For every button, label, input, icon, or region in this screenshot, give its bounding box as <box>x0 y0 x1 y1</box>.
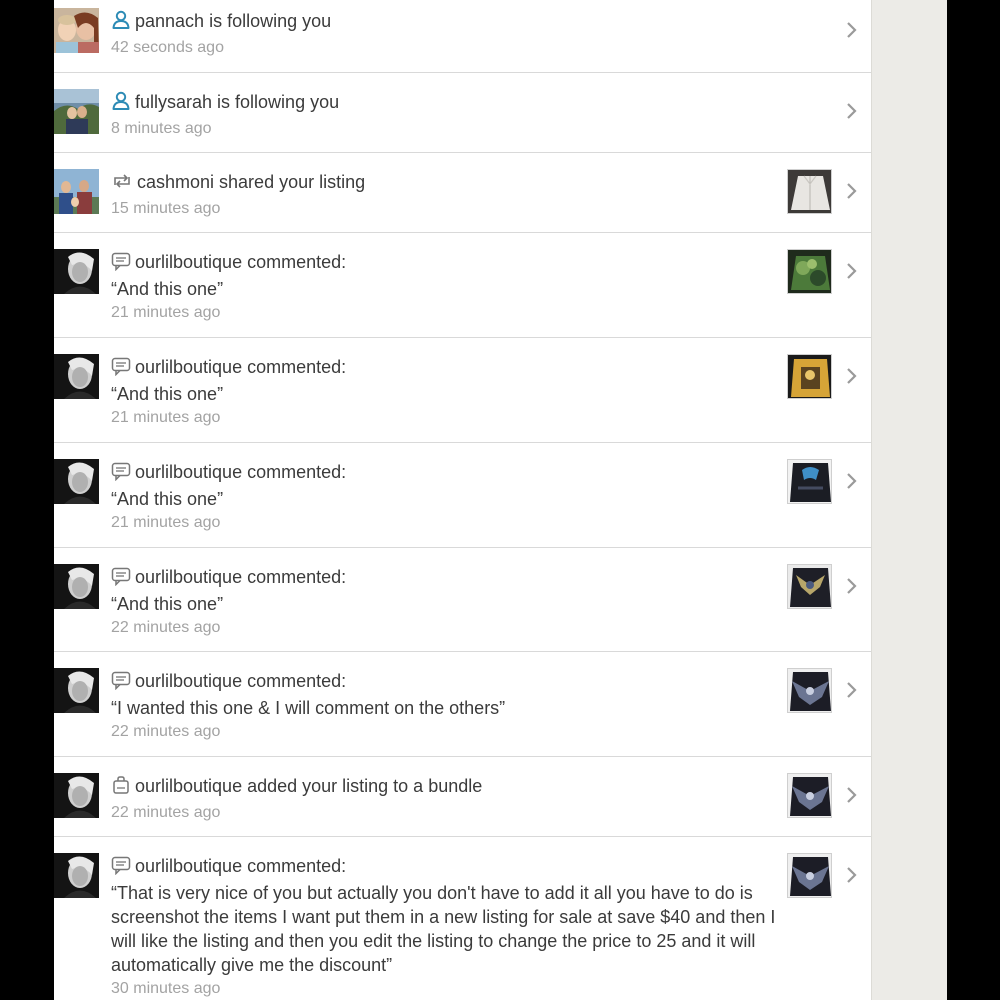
comment-bubble-icon <box>111 670 131 696</box>
avatar[interactable] <box>54 89 99 134</box>
listing-thumbnail[interactable] <box>787 564 832 609</box>
right-frame <box>947 0 1000 1000</box>
chevron-right-icon[interactable] <box>842 785 862 805</box>
notification-time: 22 minutes ago <box>111 723 221 740</box>
notification-message: ourlilboutique commented: <box>135 252 347 272</box>
avatar[interactable] <box>54 354 99 399</box>
notification-row[interactable]: fullysarah is following you 8 minutes ag… <box>54 73 871 153</box>
chevron-right-icon[interactable] <box>842 471 862 491</box>
notification-message: ourlilboutique commented: <box>135 567 347 587</box>
notification-row[interactable]: ourlilboutique commented: “And this one”… <box>54 443 871 548</box>
avatar[interactable] <box>54 459 99 504</box>
notification-message: pannach is following you <box>135 11 332 31</box>
notification-row[interactable]: ourlilboutique commented: “And this one”… <box>54 233 871 338</box>
comment-text: “I wanted this one & I will comment on t… <box>111 698 506 718</box>
notification-message: ourlilboutique commented: <box>135 671 347 691</box>
chevron-right-icon[interactable] <box>842 101 862 121</box>
notification-time: 8 minutes ago <box>111 120 212 137</box>
notification-message: ourlilboutique commented: <box>135 357 347 377</box>
listing-thumbnail[interactable] <box>787 249 832 294</box>
notification-time: 15 minutes ago <box>111 200 221 217</box>
notification-row[interactable]: ourlilboutique commented: “I wanted this… <box>54 652 871 757</box>
notification-time: 42 seconds ago <box>111 39 224 56</box>
notification-row[interactable]: ourlilboutique commented: “That is very … <box>54 837 871 1000</box>
comment-text: “And this one” <box>111 594 224 614</box>
notification-row[interactable]: ourlilboutique commented: “And this one”… <box>54 548 871 652</box>
notification-time: 21 minutes ago <box>111 409 221 426</box>
right-background <box>871 0 948 1000</box>
notification-time: 22 minutes ago <box>111 619 221 636</box>
listing-thumbnail[interactable] <box>787 459 832 504</box>
bundle-bag-icon <box>111 775 131 801</box>
chevron-right-icon[interactable] <box>842 261 862 281</box>
comment-bubble-icon <box>111 251 131 277</box>
comment-bubble-icon <box>111 356 131 382</box>
notification-message: cashmoni shared your listing <box>137 172 366 192</box>
share-icon <box>111 171 133 197</box>
avatar[interactable] <box>54 564 99 609</box>
avatar[interactable] <box>54 668 99 713</box>
notification-time: 21 minutes ago <box>111 514 221 531</box>
listing-thumbnail[interactable] <box>787 853 832 898</box>
comment-text: “And this one” <box>111 489 224 509</box>
chevron-right-icon[interactable] <box>842 181 862 201</box>
comment-text: “And this one” <box>111 279 224 299</box>
listing-thumbnail[interactable] <box>787 668 832 713</box>
avatar[interactable] <box>54 853 99 898</box>
person-icon <box>111 91 131 117</box>
comment-text: “That is very nice of you but actually y… <box>111 883 776 975</box>
left-frame <box>0 0 54 1000</box>
comment-bubble-icon <box>111 461 131 487</box>
notification-row[interactable]: pannach is following you 42 seconds ago <box>54 0 871 73</box>
notification-time: 30 minutes ago <box>111 980 221 997</box>
comment-bubble-icon <box>111 566 131 592</box>
chevron-right-icon[interactable] <box>842 366 862 386</box>
comment-text: “And this one” <box>111 384 224 404</box>
person-icon <box>111 10 131 36</box>
notification-row[interactable]: cashmoni shared your listing 15 minutes … <box>54 153 871 233</box>
notification-time: 22 minutes ago <box>111 804 221 821</box>
chevron-right-icon[interactable] <box>842 680 862 700</box>
notification-row[interactable]: ourlilboutique added your listing to a b… <box>54 757 871 837</box>
comment-bubble-icon <box>111 855 131 881</box>
notification-message: fullysarah is following you <box>135 92 340 112</box>
chevron-right-icon[interactable] <box>842 865 862 885</box>
chevron-right-icon[interactable] <box>842 20 862 40</box>
chevron-right-icon[interactable] <box>842 576 862 596</box>
notification-feed[interactable]: pannach is following you 42 seconds ago … <box>54 0 871 1000</box>
notification-time: 21 minutes ago <box>111 304 221 321</box>
notification-row[interactable]: ourlilboutique commented: “And this one”… <box>54 338 871 443</box>
listing-thumbnail[interactable] <box>787 773 832 818</box>
avatar[interactable] <box>54 169 99 214</box>
notification-message: ourlilboutique commented: <box>135 462 347 482</box>
avatar[interactable] <box>54 773 99 818</box>
notification-message: ourlilboutique commented: <box>135 856 347 876</box>
listing-thumbnail[interactable] <box>787 169 832 214</box>
notification-message: ourlilboutique added your listing to a b… <box>135 776 483 796</box>
avatar[interactable] <box>54 8 99 53</box>
avatar[interactable] <box>54 249 99 294</box>
listing-thumbnail[interactable] <box>787 354 832 399</box>
